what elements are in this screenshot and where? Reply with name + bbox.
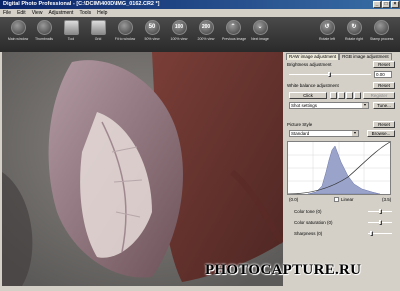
grid-icon xyxy=(90,20,106,35)
wb-preset-2-button[interactable] xyxy=(338,92,345,99)
image-preview[interactable] xyxy=(2,52,283,286)
leaf-photo xyxy=(2,52,283,286)
brightness-label: Brightness adjustment xyxy=(287,62,332,67)
zoom-50-button[interactable]: 50 50% view xyxy=(141,20,163,41)
zoom-100-icon: 100 xyxy=(171,20,187,35)
curve-min-label: (0.0) xyxy=(289,197,299,202)
sharpness-slider[interactable] xyxy=(368,231,392,236)
picture-style-reset-button[interactable]: Reset xyxy=(373,121,395,128)
zoom-50-icon: 50 xyxy=(144,20,160,35)
menu-help[interactable]: Help xyxy=(97,9,107,17)
chevron-down-icon: ▼ xyxy=(352,131,358,136)
color-saturation-slider[interactable] xyxy=(368,220,392,225)
tune-button[interactable]: Tune... xyxy=(373,102,395,109)
white-balance-label: White balance adjustment xyxy=(287,83,339,88)
toolbar: Main window Thumbnails Tool Grid Fit to … xyxy=(0,17,400,52)
wb-preset-3-button[interactable] xyxy=(346,92,353,99)
next-image-button[interactable]: ⌄ Next image xyxy=(249,20,271,41)
rotate-left-icon: ↺ xyxy=(319,20,335,35)
brightness-slider[interactable] xyxy=(289,72,371,77)
menu-tools[interactable]: Tools xyxy=(79,9,91,17)
tone-curve-histogram[interactable] xyxy=(287,141,391,195)
menu-adjustment[interactable]: Adjustment xyxy=(48,9,73,17)
tab-raw-adjustment[interactable]: RAW image adjustment xyxy=(286,53,340,60)
curve-max-label: (3.5) xyxy=(382,197,392,202)
tool-icon xyxy=(63,20,79,35)
zoom-200-button[interactable]: 200 200% view xyxy=(195,20,217,41)
brightness-reset-button[interactable]: Reset xyxy=(373,61,395,68)
tab-rgb-adjustment[interactable]: RGB image adjustment xyxy=(339,53,392,60)
sharpness-label: Sharpness (0) xyxy=(294,231,323,236)
color-tone-label: Color tone (0) xyxy=(294,209,322,214)
picture-style-label: Picture Style xyxy=(287,122,313,127)
click-white-balance-button[interactable]: Click xyxy=(289,92,327,99)
menu-file[interactable]: File xyxy=(3,9,11,17)
grid-button[interactable]: Grid xyxy=(87,20,109,41)
stamp-process-button[interactable]: Stamp process xyxy=(370,20,393,41)
title-bar: Digital Photo Professional - [C:\DCIM\40… xyxy=(0,0,400,9)
thumbnails-icon xyxy=(36,20,52,35)
wb-preset-4-button[interactable] xyxy=(354,92,361,99)
register-button[interactable]: Register xyxy=(363,92,395,99)
fit-window-icon xyxy=(117,20,133,35)
stamp-icon xyxy=(373,20,389,35)
wb-preset-1-button[interactable] xyxy=(330,92,337,99)
main-window-icon xyxy=(10,20,26,35)
browse-button[interactable]: Browse... xyxy=(367,130,395,137)
tool-palette: RAW image adjustment RGB image adjustmen… xyxy=(284,52,400,291)
window-title: Digital Photo Professional - [C:\DCIM\40… xyxy=(3,1,160,7)
white-balance-select[interactable]: Shot settings ▼ xyxy=(289,102,369,109)
linear-checkbox[interactable] xyxy=(334,197,339,202)
picture-style-select[interactable]: Standard ▼ xyxy=(289,130,359,137)
next-image-icon: ⌄ xyxy=(252,20,268,35)
menu-bar: File Edit View Adjustment Tools Help xyxy=(0,9,400,17)
menu-view[interactable]: View xyxy=(32,9,43,17)
tool-button[interactable]: Tool xyxy=(60,20,82,41)
previous-image-button[interactable]: ⌃ Previous image xyxy=(222,20,246,41)
histogram-graph xyxy=(287,141,391,195)
fit-window-button[interactable]: Fit to window xyxy=(114,20,136,41)
rotate-left-button[interactable]: ↺ Rotate left xyxy=(316,20,338,41)
rotate-right-icon: ↻ xyxy=(346,20,362,35)
previous-image-icon: ⌃ xyxy=(225,20,241,35)
maximize-button[interactable]: □ xyxy=(382,1,390,8)
close-button[interactable]: × xyxy=(391,1,399,8)
rotate-right-button[interactable]: ↻ Rotate right xyxy=(343,20,365,41)
linear-label: Linear xyxy=(341,197,354,202)
zoom-100-button[interactable]: 100 100% view xyxy=(168,20,190,41)
chevron-down-icon: ▼ xyxy=(362,103,368,108)
brightness-value-field[interactable]: 0.00 xyxy=(374,71,392,78)
color-tone-slider[interactable] xyxy=(368,209,392,214)
watermark: PHOTOCAPTURE.RU xyxy=(205,262,362,278)
menu-edit[interactable]: Edit xyxy=(17,9,26,17)
color-saturation-label: Color saturation (0) xyxy=(294,220,333,225)
zoom-200-icon: 200 xyxy=(198,20,214,35)
white-balance-reset-button[interactable]: Reset xyxy=(373,82,395,89)
thumbnails-button[interactable]: Thumbnails xyxy=(33,20,55,41)
main-window-button[interactable]: Main window xyxy=(7,20,29,41)
minimize-button[interactable]: _ xyxy=(373,1,381,8)
